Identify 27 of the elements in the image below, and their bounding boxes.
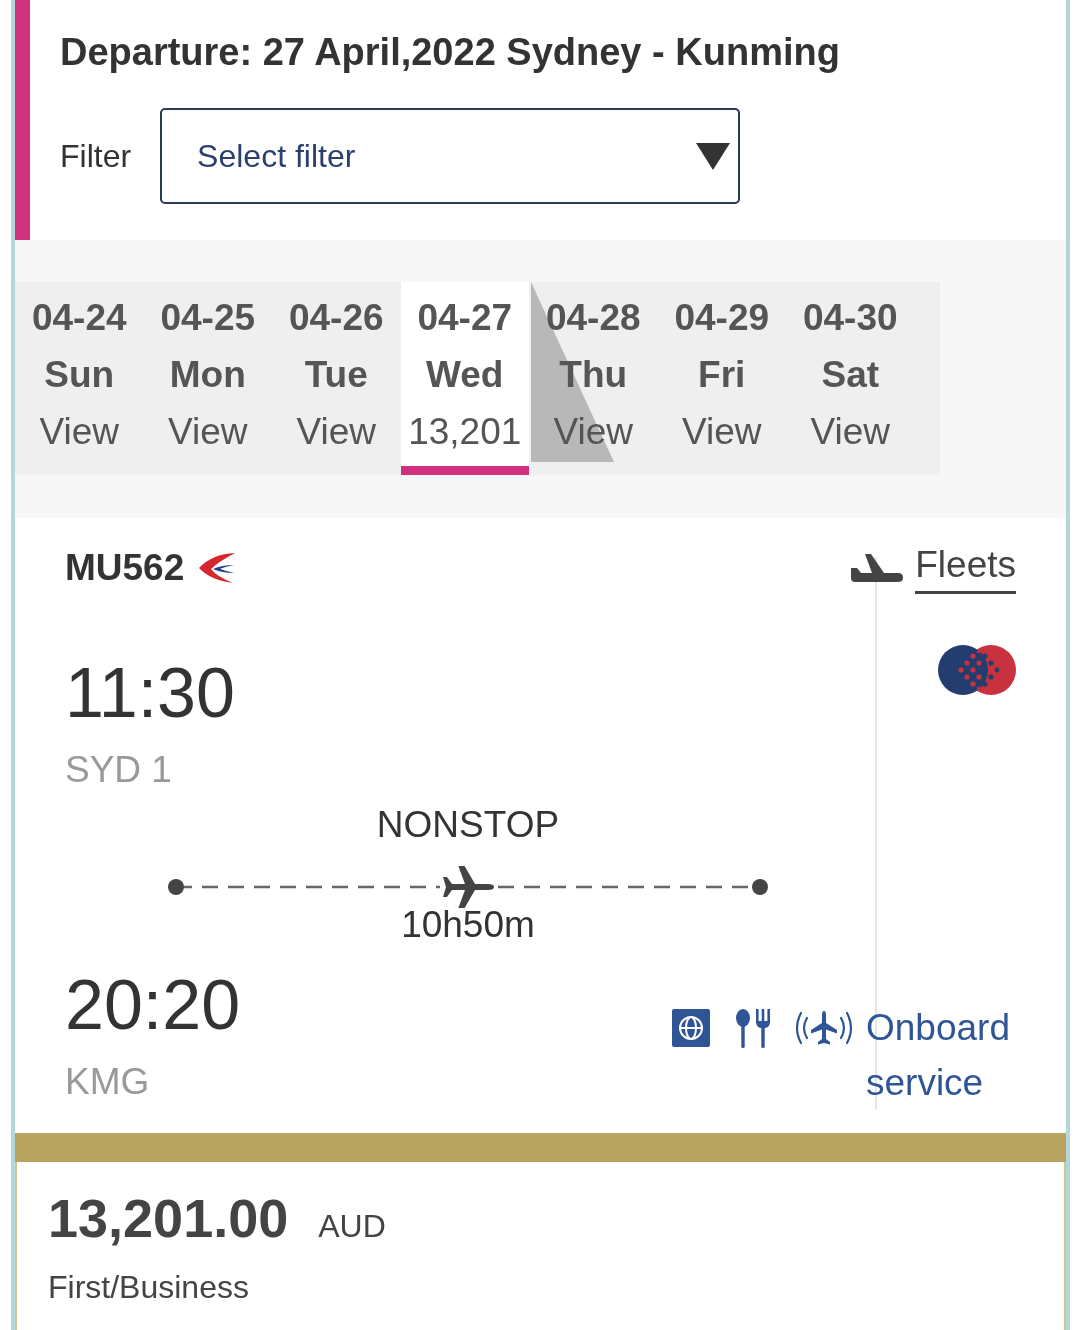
trip-title: Departure: 27 April,2022 Sydney - Kunming bbox=[60, 30, 840, 74]
flight-number: MU562 bbox=[65, 546, 185, 590]
arrival-airport: KMG bbox=[65, 1060, 150, 1104]
cutlery-icon bbox=[733, 1007, 773, 1048]
arrival-time: 20:20 bbox=[65, 965, 241, 1045]
fare-price: 13,201.00 bbox=[48, 1187, 289, 1249]
filter-label: Filter bbox=[60, 137, 132, 176]
filter-dropdown[interactable]: Select filter bbox=[160, 108, 741, 204]
date-tab[interactable]: 04-24 Sun View bbox=[15, 282, 144, 475]
plane-icon bbox=[849, 553, 904, 583]
date-tab[interactable]: 04-30 Sat View bbox=[786, 282, 915, 475]
date-tab[interactable]: 04-29 Fri View bbox=[657, 282, 786, 475]
fleet-logo-icon bbox=[938, 645, 1016, 695]
fare-currency: AUD bbox=[318, 1207, 386, 1246]
caret-icon bbox=[696, 142, 731, 170]
onboard-service-link[interactable]: Onboard service bbox=[866, 1000, 1016, 1110]
fleets-link[interactable]: Fleets bbox=[915, 542, 1016, 594]
date-tab[interactable]: 04-26 Tue View bbox=[272, 282, 401, 475]
globe-icon bbox=[672, 1008, 710, 1047]
date-tab[interactable]: 04-25 Mon View bbox=[143, 282, 272, 475]
departure-time: 11:30 bbox=[65, 653, 235, 733]
nonstop-label: NONSTOP bbox=[376, 803, 560, 847]
departure-airport: SYD 1 bbox=[65, 748, 172, 792]
date-tab[interactable]: 04-27 Wed 13,201 bbox=[400, 282, 529, 475]
cabin-class: First/Business bbox=[48, 1268, 249, 1307]
flight-duration: 10h50m bbox=[401, 909, 535, 941]
date-tab[interactable]: 04-28 Thu View bbox=[529, 282, 658, 475]
